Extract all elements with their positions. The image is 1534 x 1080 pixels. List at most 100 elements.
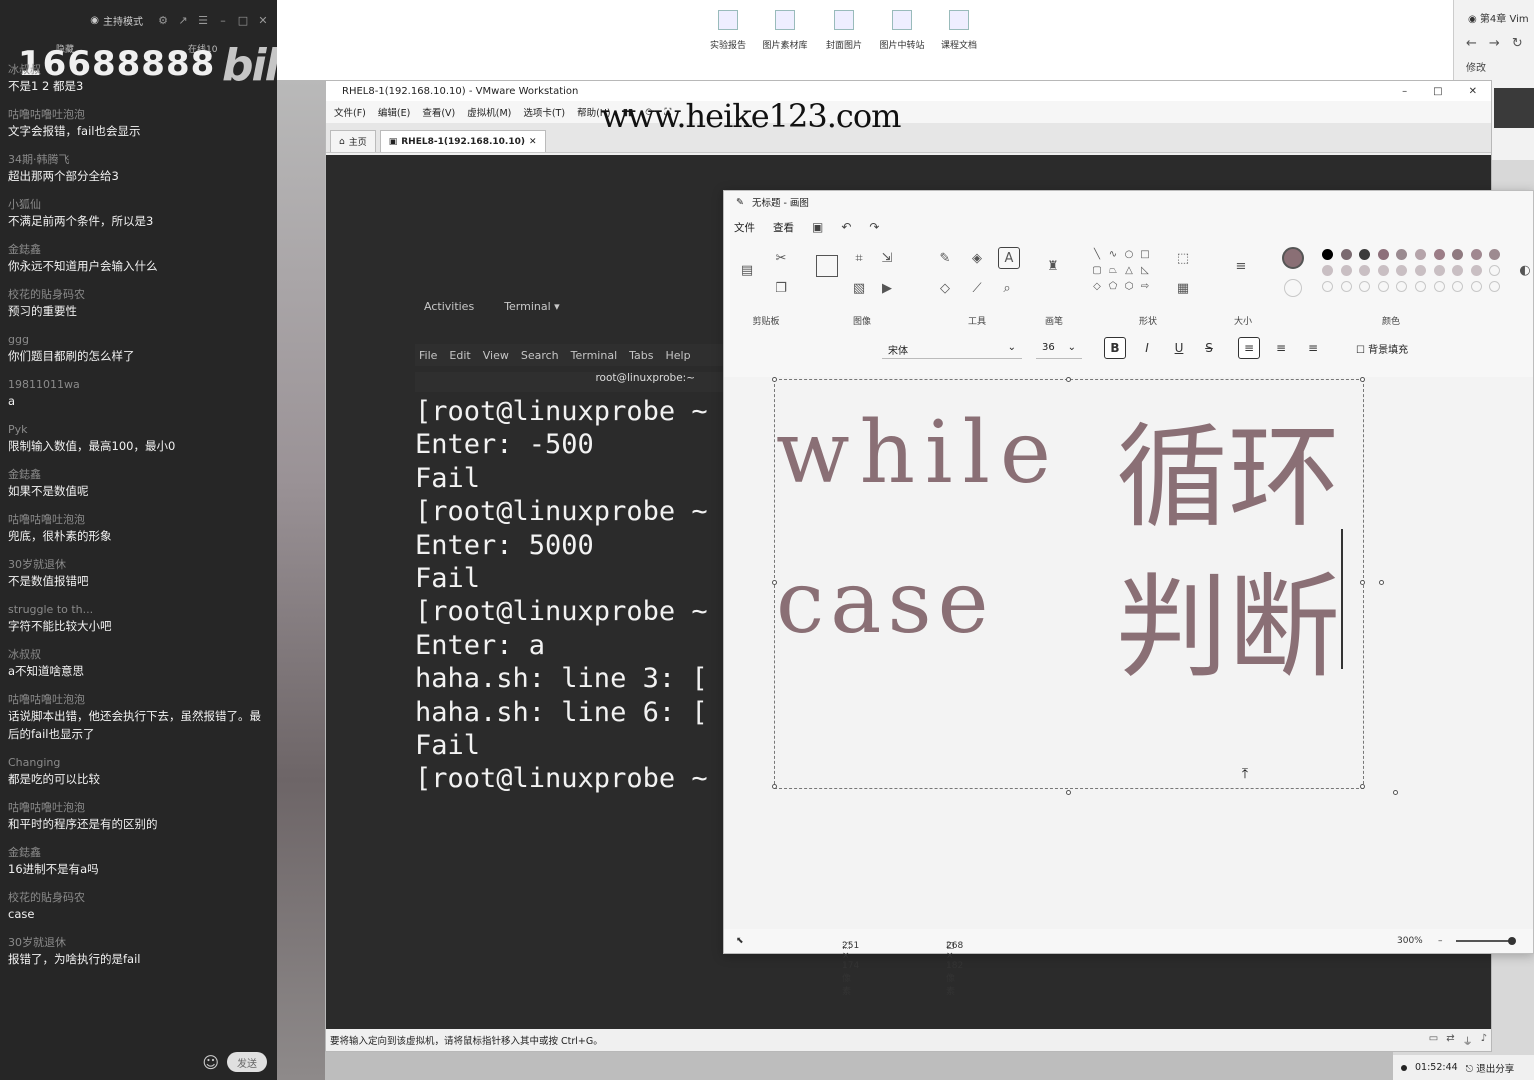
- term-menu-help[interactable]: Help: [666, 349, 691, 362]
- palette-swatch[interactable]: [1470, 281, 1482, 292]
- palette-swatch[interactable]: [1396, 249, 1408, 260]
- term-menu-view[interactable]: View: [483, 349, 509, 362]
- settings-icon[interactable]: ⚙: [157, 14, 169, 27]
- palette-swatch[interactable]: [1489, 265, 1501, 276]
- tab-vm[interactable]: ▣ RHEL8-1(192.168.10.10) ✕: [379, 130, 546, 152]
- resize-icon[interactable]: ⇲: [878, 249, 896, 267]
- palette-swatch[interactable]: [1377, 281, 1389, 292]
- send-button[interactable]: 发送: [227, 1052, 267, 1072]
- shape-fill-icon[interactable]: ▦: [1174, 279, 1192, 297]
- desktop-shortcut[interactable]: 图片素材库: [757, 10, 813, 51]
- term-menu-file[interactable]: File: [419, 349, 437, 362]
- palette-swatch[interactable]: [1470, 249, 1482, 260]
- terminal-output[interactable]: [root@linuxprobe ~ Enter: -500 Fail [root@l…: [415, 395, 735, 995]
- host-mode[interactable]: ◉ 主持模式: [90, 13, 143, 28]
- magnifier-icon[interactable]: ⌕: [998, 279, 1016, 297]
- chat-username[interactable]: 金鋕鑫: [8, 242, 269, 257]
- menu-icon[interactable]: ☰: [197, 14, 209, 27]
- sound-icon[interactable]: ♪: [1481, 1033, 1487, 1048]
- italic-button[interactable]: I: [1136, 337, 1158, 359]
- term-menu-tabs[interactable]: Tabs: [629, 349, 653, 362]
- palette-swatch[interactable]: [1359, 265, 1371, 276]
- palette-swatch[interactable]: [1415, 249, 1426, 260]
- fill-icon[interactable]: ◈: [968, 249, 986, 267]
- close-icon[interactable]: ✕: [1469, 86, 1477, 97]
- palette-swatch[interactable]: [1433, 265, 1445, 276]
- outline-icon[interactable]: ⬚: [1174, 249, 1192, 267]
- strikethrough-button[interactable]: S: [1198, 337, 1220, 359]
- maximize-icon[interactable]: □: [237, 14, 249, 27]
- palette-swatch[interactable]: [1377, 265, 1389, 276]
- forward-icon[interactable]: →: [1489, 36, 1500, 51]
- minimize-icon[interactable]: –: [217, 14, 229, 27]
- chat-username[interactable]: Changing: [8, 755, 269, 770]
- desktop-shortcut[interactable]: 图片中转站: [874, 10, 930, 51]
- chat-username[interactable]: Pyk: [8, 422, 269, 437]
- chat-username[interactable]: 校花的貼身码农: [8, 890, 269, 905]
- undo-icon[interactable]: ↶: [841, 220, 851, 234]
- paint-canvas[interactable]: while 循环 case 判断 ⤒: [724, 377, 1533, 929]
- palette-swatch[interactable]: [1452, 281, 1464, 292]
- palette-swatch[interactable]: [1470, 265, 1482, 276]
- chat-username[interactable]: 咕噜咕噜吐泡泡: [8, 692, 269, 707]
- menu-vm[interactable]: 虚拟机(M): [467, 105, 511, 119]
- secondary-color-swatch[interactable]: [1284, 279, 1302, 297]
- chat-username[interactable]: 金鋕鑫: [8, 467, 269, 482]
- resize-handle[interactable]: [1066, 790, 1071, 795]
- chat-username[interactable]: 34期·韩腾飞: [8, 152, 269, 167]
- disk-icon[interactable]: ▭: [1429, 1033, 1438, 1048]
- brush-icon[interactable]: ♜: [1044, 257, 1062, 275]
- menu-tabs[interactable]: 选项卡(T): [523, 105, 565, 119]
- palette-swatch[interactable]: [1396, 281, 1408, 292]
- stroke-size-icon[interactable]: ≡: [1232, 257, 1250, 275]
- eraser-icon[interactable]: ◇: [936, 279, 954, 297]
- resize-handle[interactable]: [1360, 377, 1365, 382]
- align-left-button[interactable]: ≡: [1238, 337, 1260, 359]
- palette-swatch[interactable]: [1340, 281, 1352, 292]
- chat-username[interactable]: ggg: [8, 332, 269, 347]
- chat-username[interactable]: 咕噜咕噜吐泡泡: [8, 512, 269, 527]
- maximize-icon[interactable]: □: [1433, 86, 1442, 97]
- palette-swatch[interactable]: [1452, 265, 1464, 276]
- palette-swatch[interactable]: [1322, 265, 1333, 276]
- save-icon[interactable]: ▣: [812, 220, 823, 234]
- bold-button[interactable]: B: [1104, 337, 1126, 359]
- align-center-button[interactable]: ≡: [1270, 337, 1292, 359]
- edit-colors-icon[interactable]: ◐: [1516, 261, 1534, 279]
- palette-swatch[interactable]: [1322, 281, 1333, 292]
- paint-menu-file[interactable]: 文件: [734, 220, 755, 235]
- menu-edit[interactable]: 编辑(E): [378, 105, 410, 119]
- pencil-icon[interactable]: ✎: [936, 249, 954, 267]
- emoji-icon[interactable]: ☺: [202, 1053, 219, 1072]
- zoom-slider[interactable]: [1456, 940, 1512, 942]
- chat-username[interactable]: 冰叔叔: [8, 647, 269, 662]
- text-tool-icon[interactable]: A: [998, 247, 1020, 269]
- resize-handle[interactable]: [772, 784, 777, 789]
- term-menu-terminal[interactable]: Terminal: [571, 349, 618, 362]
- chat-username[interactable]: 校花的貼身码农: [8, 287, 269, 302]
- cut-icon[interactable]: ✂: [772, 249, 790, 267]
- paste-icon[interactable]: ▤: [738, 261, 756, 279]
- palette-swatch[interactable]: [1340, 249, 1352, 260]
- background-fill-toggle[interactable]: ☐ 背景填充: [1356, 341, 1408, 356]
- terminal-app-menu[interactable]: Terminal ▾: [504, 300, 560, 313]
- back-icon[interactable]: ←: [1466, 36, 1477, 51]
- resize-handle[interactable]: [1360, 784, 1365, 789]
- activities-button[interactable]: Activities: [424, 300, 474, 313]
- tab-close-icon[interactable]: ✕: [529, 137, 537, 147]
- palette-swatch[interactable]: [1452, 249, 1464, 260]
- palette-swatch[interactable]: [1489, 249, 1501, 260]
- palette-swatch[interactable]: [1415, 265, 1426, 276]
- menu-file[interactable]: 文件(F): [334, 105, 366, 119]
- browser-tab[interactable]: ◉ 第4章 Vim: [1454, 0, 1534, 36]
- term-menu-search[interactable]: Search: [521, 349, 559, 362]
- select-icon[interactable]: [816, 255, 838, 277]
- desktop-shortcut[interactable]: 实验报告: [700, 10, 756, 51]
- color-picker-icon[interactable]: ⟋: [968, 279, 986, 297]
- palette-swatch[interactable]: [1489, 281, 1501, 292]
- palette-swatch[interactable]: [1377, 249, 1389, 260]
- palette-swatch[interactable]: [1359, 249, 1371, 260]
- rotate-icon[interactable]: ▶: [878, 279, 896, 297]
- chat-username[interactable]: 30岁就退休: [8, 557, 269, 572]
- align-right-button[interactable]: ≡: [1302, 337, 1324, 359]
